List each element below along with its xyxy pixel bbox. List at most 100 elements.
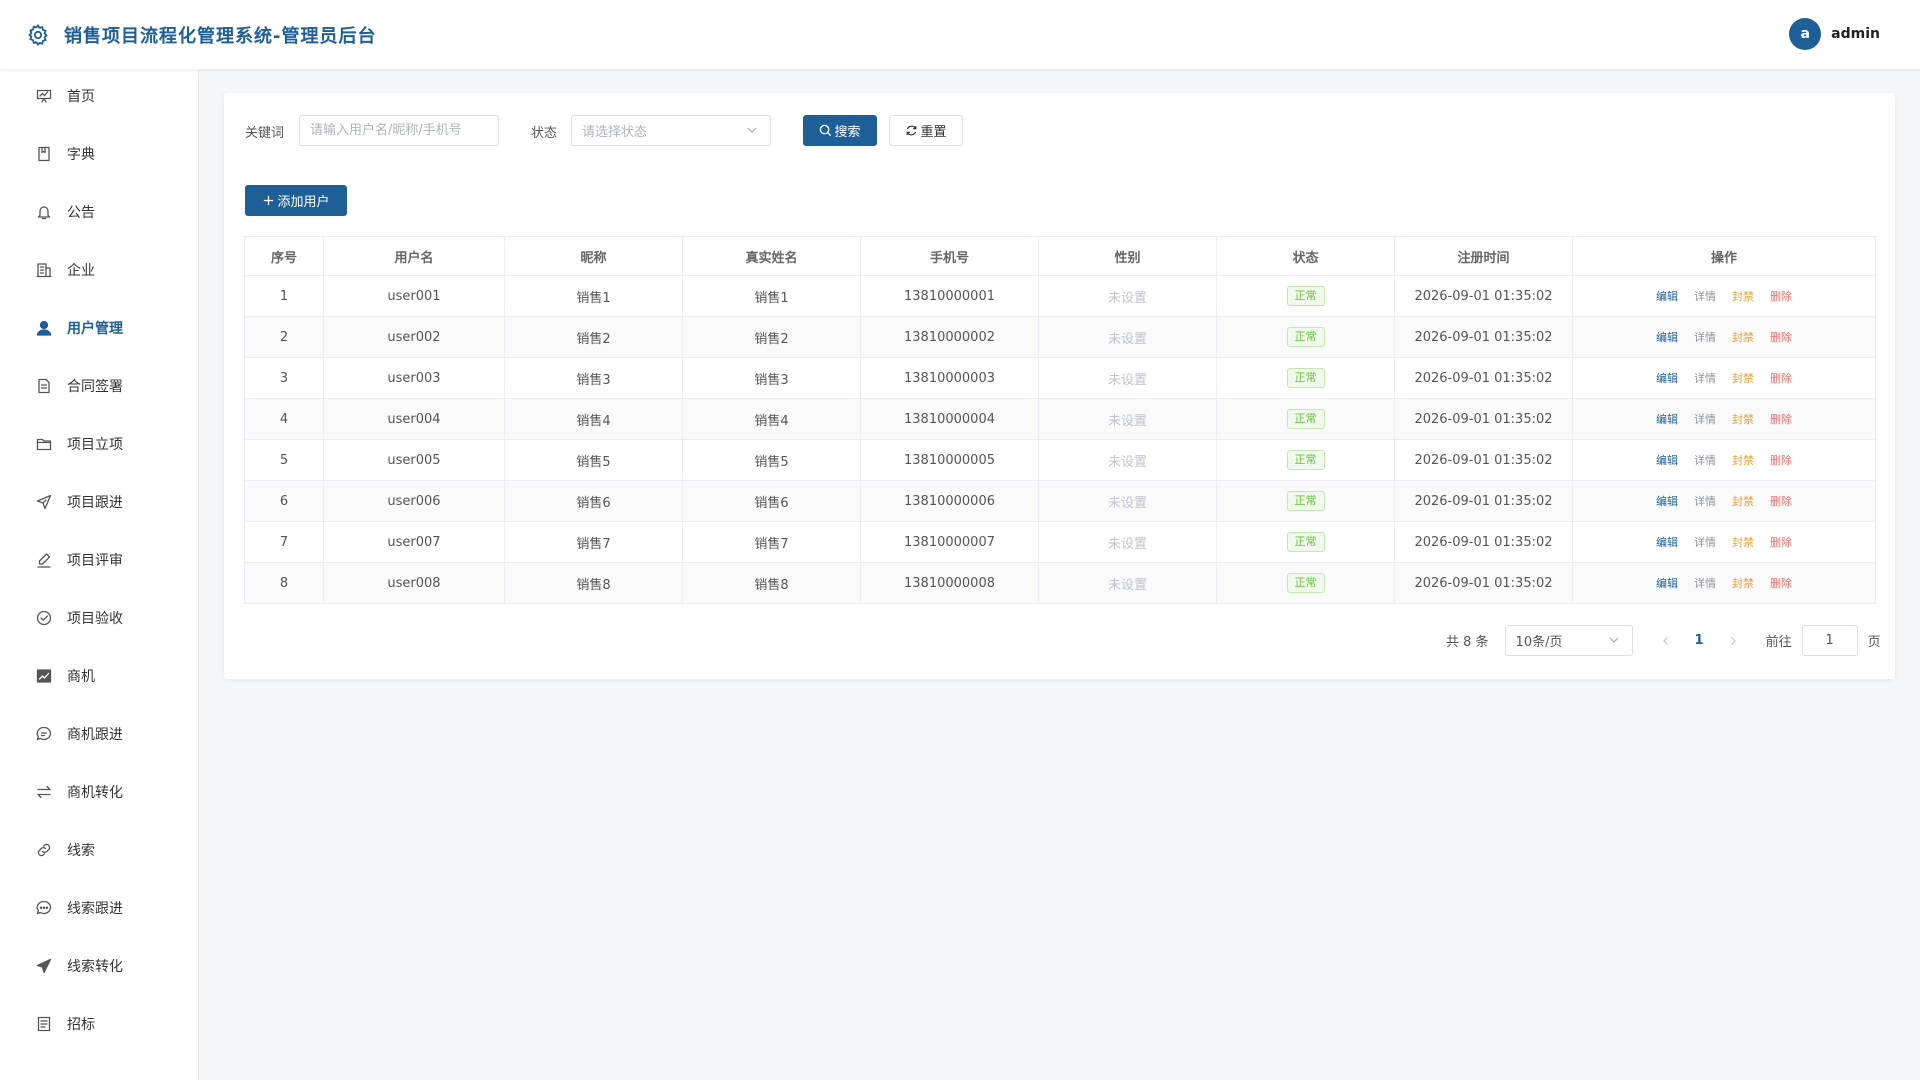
ban-button[interactable]: 封禁 bbox=[1732, 495, 1754, 508]
detail-button[interactable]: 详情 bbox=[1694, 331, 1716, 344]
keyword-input[interactable] bbox=[299, 115, 499, 146]
prev-page-icon[interactable] bbox=[1661, 636, 1671, 646]
avatar[interactable]: a bbox=[1789, 18, 1822, 50]
ban-button[interactable]: 封禁 bbox=[1732, 536, 1754, 549]
sidebar-item-1[interactable]: 字典 bbox=[0, 134, 199, 174]
table-actions-cell: 编辑 详情 封禁 删除 bbox=[1572, 275, 1876, 317]
sidebar-item-7[interactable]: 项目跟进 bbox=[0, 482, 199, 522]
edit-button[interactable]: 编辑 bbox=[1656, 290, 1678, 303]
detail-button[interactable]: 详情 bbox=[1694, 536, 1716, 549]
status-badge: 正常 bbox=[1286, 286, 1325, 306]
detail-button[interactable]: 详情 bbox=[1694, 454, 1716, 467]
table-cell: 13810000008 bbox=[860, 562, 1039, 604]
delete-button[interactable]: 删除 bbox=[1770, 536, 1792, 549]
delete-button[interactable]: 删除 bbox=[1770, 290, 1792, 303]
sidebar-item-4[interactable]: 用户管理 bbox=[0, 308, 199, 348]
promotion-icon bbox=[35, 957, 53, 975]
keyword-label: 关键词 bbox=[245, 126, 285, 141]
edit-button[interactable]: 编辑 bbox=[1656, 454, 1678, 467]
ban-button[interactable]: 封禁 bbox=[1732, 577, 1754, 590]
table-cell: 6 bbox=[244, 480, 324, 522]
table-cell: 2026-09-01 01:35:02 bbox=[1394, 316, 1573, 358]
edit-button[interactable]: 编辑 bbox=[1656, 577, 1678, 590]
user-icon bbox=[35, 319, 53, 337]
book-icon bbox=[35, 145, 53, 163]
ban-button[interactable]: 封禁 bbox=[1732, 454, 1754, 467]
building-icon bbox=[35, 261, 53, 279]
plus-icon bbox=[262, 194, 275, 207]
detail-button[interactable]: 详情 bbox=[1694, 290, 1716, 303]
detail-button[interactable]: 详情 bbox=[1694, 372, 1716, 385]
sidebar-item-11[interactable]: 商机跟进 bbox=[0, 714, 199, 754]
trend-chart-icon bbox=[35, 667, 53, 685]
tickets-icon bbox=[35, 1015, 53, 1033]
table-row: 4 user004 销售4 销售4 13810000004 未设置 正常 2026-09-01… bbox=[244, 398, 1876, 440]
delete-button[interactable]: 删除 bbox=[1770, 372, 1792, 385]
table-cell: 正常 bbox=[1216, 480, 1395, 522]
search-button[interactable]: 搜索 bbox=[803, 115, 877, 146]
sidebar-item-15[interactable]: 线索转化 bbox=[0, 946, 199, 986]
document-icon bbox=[35, 377, 53, 395]
table-cell: 2026-09-01 01:35:02 bbox=[1394, 275, 1573, 317]
chat-dots-icon bbox=[35, 899, 53, 917]
edit-button[interactable]: 编辑 bbox=[1656, 331, 1678, 344]
folder-icon bbox=[35, 435, 53, 453]
sidebar-item-9[interactable]: 项目验收 bbox=[0, 598, 199, 638]
ban-button[interactable]: 封禁 bbox=[1732, 290, 1754, 303]
sidebar-item-label: 企业 bbox=[67, 263, 95, 279]
status-select[interactable]: 请选择状态 bbox=[571, 115, 771, 146]
username[interactable]: admin bbox=[1831, 26, 1880, 42]
delete-button[interactable]: 删除 bbox=[1770, 413, 1792, 426]
sidebar-item-16[interactable]: 招标 bbox=[0, 1004, 199, 1044]
table-cell: 销售6 bbox=[682, 480, 861, 522]
table-cell: 13810000005 bbox=[860, 439, 1039, 481]
delete-button[interactable]: 删除 bbox=[1770, 454, 1792, 467]
edit-button[interactable]: 编辑 bbox=[1656, 372, 1678, 385]
sidebar-item-8[interactable]: 项目评审 bbox=[0, 540, 199, 580]
detail-button[interactable]: 详情 bbox=[1694, 495, 1716, 508]
user-menu[interactable]: a admin bbox=[1789, 18, 1880, 50]
ban-button[interactable]: 封禁 bbox=[1732, 372, 1754, 385]
refresh-icon bbox=[905, 124, 918, 137]
sidebar-item-10[interactable]: 商机 bbox=[0, 656, 199, 696]
switch-icon bbox=[35, 783, 53, 801]
ban-button[interactable]: 封禁 bbox=[1732, 413, 1754, 426]
edit-button[interactable]: 编辑 bbox=[1656, 495, 1678, 508]
table-cell: 2026-09-01 01:35:02 bbox=[1394, 521, 1573, 563]
table-cell: 销售7 bbox=[682, 521, 861, 563]
delete-button[interactable]: 删除 bbox=[1770, 495, 1792, 508]
sidebar-item-2[interactable]: 公告 bbox=[0, 192, 199, 232]
bell-icon bbox=[35, 203, 53, 221]
table-row: 2 user002 销售2 销售2 13810000002 未设置 正常 2026-09-01… bbox=[244, 316, 1876, 358]
delete-button[interactable]: 删除 bbox=[1770, 577, 1792, 590]
table-cell: 正常 bbox=[1216, 562, 1395, 604]
sidebar-item-12[interactable]: 商机转化 bbox=[0, 772, 199, 812]
sidebar-item-5[interactable]: 合同签署 bbox=[0, 366, 199, 406]
table-cell: 未设置 bbox=[1038, 562, 1217, 604]
table-cell: 2026-09-01 01:35:02 bbox=[1394, 357, 1573, 399]
sidebar-item-13[interactable]: 线索 bbox=[0, 830, 199, 870]
table-cell: 销售4 bbox=[504, 398, 683, 440]
page-size-select[interactable]: 10条/页 bbox=[1504, 625, 1633, 656]
goto-page-input[interactable] bbox=[1801, 625, 1858, 656]
add-user-button[interactable]: 添加用户 bbox=[245, 185, 347, 216]
delete-button[interactable]: 删除 bbox=[1770, 331, 1792, 344]
table-cell: user004 bbox=[323, 398, 505, 440]
table-cell: 销售3 bbox=[504, 357, 683, 399]
sidebar-item-6[interactable]: 项目立项 bbox=[0, 424, 199, 464]
detail-button[interactable]: 详情 bbox=[1694, 413, 1716, 426]
table-cell: user008 bbox=[323, 562, 505, 604]
page-number-1[interactable]: 1 bbox=[1695, 633, 1704, 648]
edit-button[interactable]: 编辑 bbox=[1656, 413, 1678, 426]
sidebar-item-0[interactable]: 首页 bbox=[0, 76, 199, 116]
table-cell: 13810000006 bbox=[860, 480, 1039, 522]
detail-button[interactable]: 详情 bbox=[1694, 577, 1716, 590]
sidebar-item-14[interactable]: 线索跟进 bbox=[0, 888, 199, 928]
link-icon bbox=[35, 841, 53, 859]
edit-button[interactable]: 编辑 bbox=[1656, 536, 1678, 549]
table-row: 8 user008 销售8 销售8 13810000008 未设置 正常 2026-09-01… bbox=[244, 562, 1876, 604]
reset-button[interactable]: 重置 bbox=[889, 115, 963, 146]
ban-button[interactable]: 封禁 bbox=[1732, 331, 1754, 344]
next-page-icon[interactable] bbox=[1728, 636, 1738, 646]
sidebar-item-3[interactable]: 企业 bbox=[0, 250, 199, 290]
